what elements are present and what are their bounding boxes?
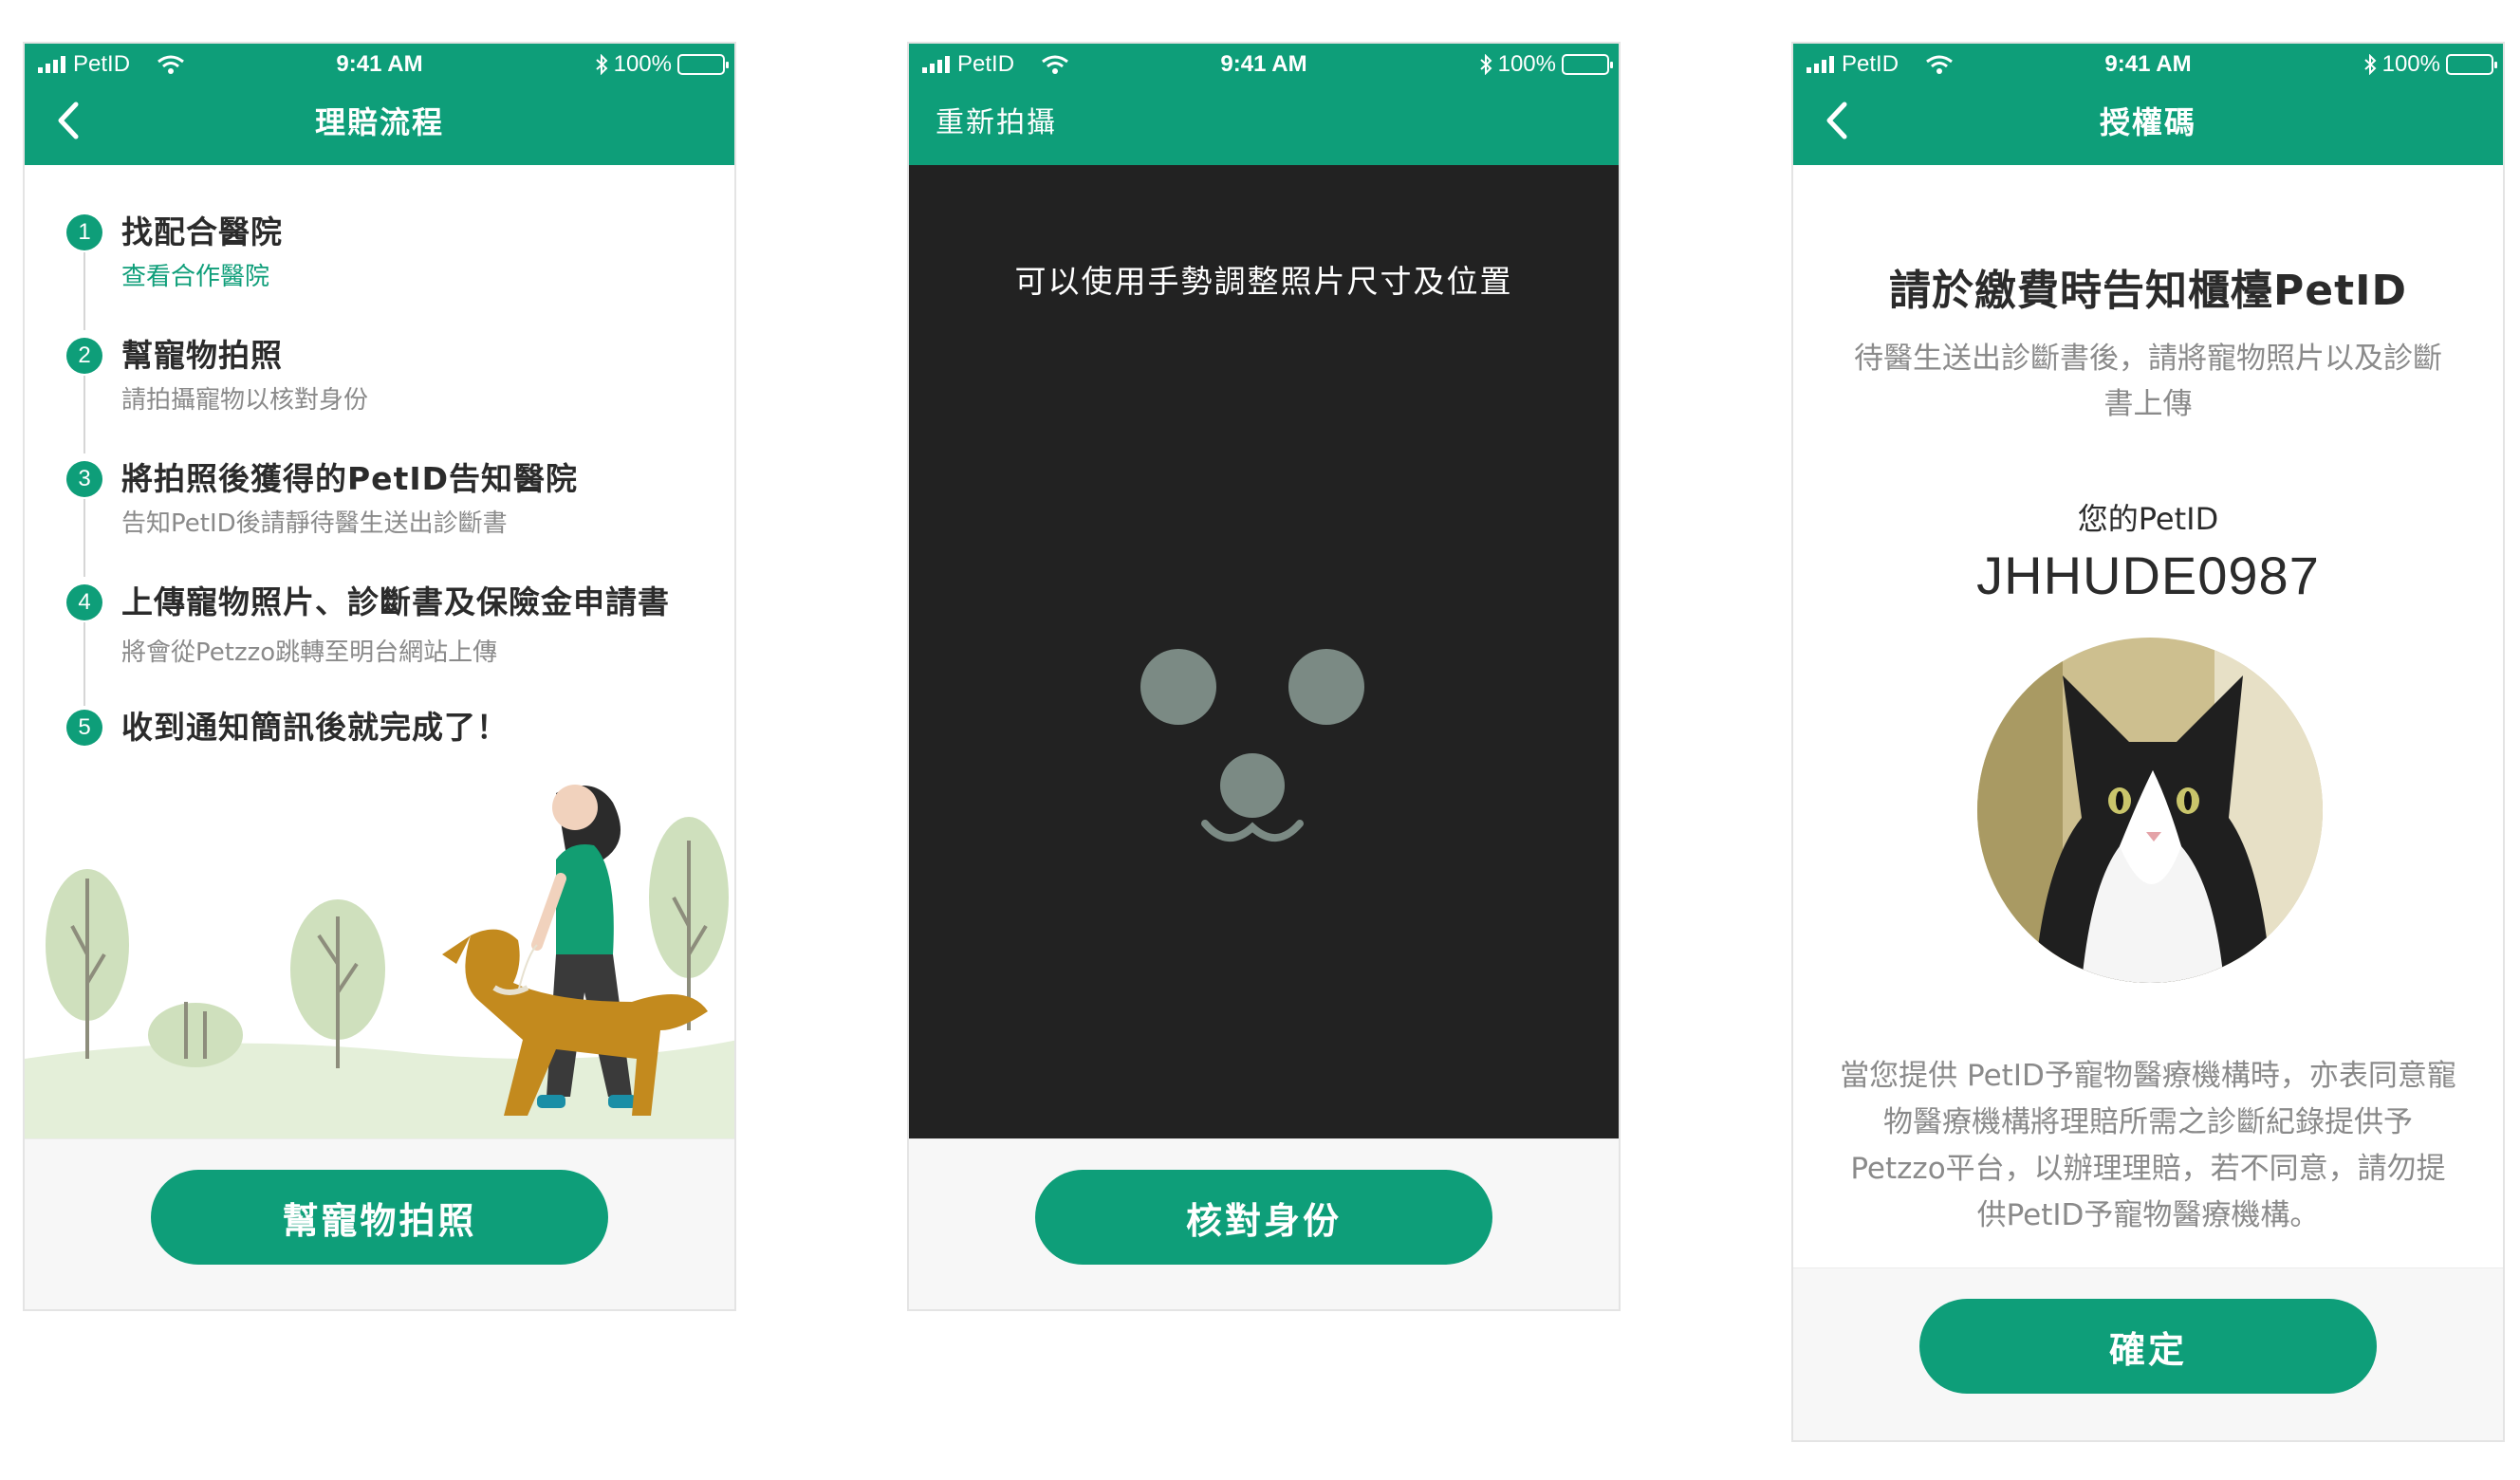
step-number: 2 [66,338,102,374]
bluetooth-icon [595,54,608,75]
page-title: 理賠流程 [314,104,444,140]
petid-label: 您的PetID [2077,501,2219,537]
step-number: 3 [66,461,102,497]
photo-viewport[interactable]: 可以使用手勢調整照片尺寸及位置 [909,165,1619,1142]
confirm-button[interactable]: 確定 [1919,1299,2377,1394]
header-bar: PetID 9:41 AM 100% 重新拍攝 [909,44,1619,165]
step-connector [83,252,85,330]
step-number: 1 [66,214,102,250]
footer-bar: 幫寵物拍照 [25,1138,734,1309]
battery-icon [2446,54,2497,75]
battery-percent: 100% [2381,51,2440,77]
step-item: 4 上傳寵物照片、診斷書及保險金申請書 將會從Petzzo跳轉至明台網站上傳 [66,581,712,706]
step-title: 幫寵物拍照 [121,337,283,374]
take-pet-photo-button[interactable]: 幫寵物拍照 [151,1170,608,1265]
retake-photo-screen: PetID 9:41 AM 100% 重新拍攝 可以使用手勢調整照片尺寸及位置 … [907,42,1621,1311]
step-list: 1 找配合醫院 查看合作醫院 2 幫寵物拍照 請拍攝寵物以核對身份 3 將拍照後… [66,211,712,749]
status-bar: PetID 9:41 AM 100% [1793,44,2503,85]
step-title: 找配合醫院 [121,213,283,250]
claim-process-screen: PetID 9:41 AM 100% 理賠流程 1 找配合醫院 查看合作醫院 2… [23,42,736,1311]
partner-hospitals-link[interactable]: 查看合作醫院 [121,260,712,294]
dog-walking-illustration [25,785,734,1144]
auth-subtitle: 待醫生送出診斷書後，請將寵物照片以及診斷書上傳 [1854,342,2442,421]
verify-identity-button[interactable]: 核對身份 [1035,1170,1492,1265]
step-description: 將會從Petzzo跳轉至明台網站上傳 [121,638,498,667]
battery-icon [677,54,729,75]
step-connector [83,499,85,577]
step-title: 上傳寵物照片、診斷書及保險金申請書 [121,583,670,620]
step-item: 1 找配合醫院 查看合作醫院 [66,211,712,334]
bluetooth-icon [1479,54,1492,75]
step-description: 告知PetID後請靜待醫生送出診斷書 [121,509,508,538]
pet-avatar [1977,638,2323,983]
header-bar: PetID 9:41 AM 100% 授權碼 [1793,44,2503,165]
battery-percent: 100% [1497,51,1556,77]
battery-percent: 100% [613,51,672,77]
retake-photo-link[interactable]: 重新拍攝 [936,99,1619,140]
battery-icon [1562,54,1613,75]
step-connector [83,622,85,706]
step-description: 請拍攝寵物以核對身份 [121,386,369,415]
step-title: 將拍照後獲得的PetID告知醫院 [121,460,579,497]
footer-bar: 確定 [1793,1267,2503,1440]
status-bar: PetID 9:41 AM 100% [25,44,734,85]
step-connector [83,376,85,453]
auth-heading: 請於繳費時告知櫃檯PetID [1888,267,2408,315]
gesture-hint: 可以使用手勢調整照片尺寸及位置 [1014,263,1513,300]
consent-notice: 當您提供 PetID予寵物醫療機構時，亦表同意寵物醫療機構將理賠所需之診斷紀錄提… [1840,1059,2456,1232]
step-item: 3 將拍照後獲得的PetID告知醫院 告知PetID後請靜待醫生送出診斷書 [66,457,712,581]
authorization-code-screen: PetID 9:41 AM 100% 授權碼 請於繳費時告知櫃檯PetID 待醫… [1791,42,2505,1442]
step-number: 4 [66,584,102,620]
status-bar: PetID 9:41 AM 100% [909,44,1619,85]
page-title: 授權碼 [2099,104,2196,140]
header-bar: PetID 9:41 AM 100% 理賠流程 [25,44,734,165]
step-item: 2 幫寵物拍照 請拍攝寵物以核對身份 [66,334,712,457]
petid-value: JHHUDE0987 [1976,546,2320,605]
footer-bar: 核對身份 [909,1138,1619,1309]
bluetooth-icon [2363,54,2377,75]
pet-face-placeholder-icon [1140,649,1364,842]
